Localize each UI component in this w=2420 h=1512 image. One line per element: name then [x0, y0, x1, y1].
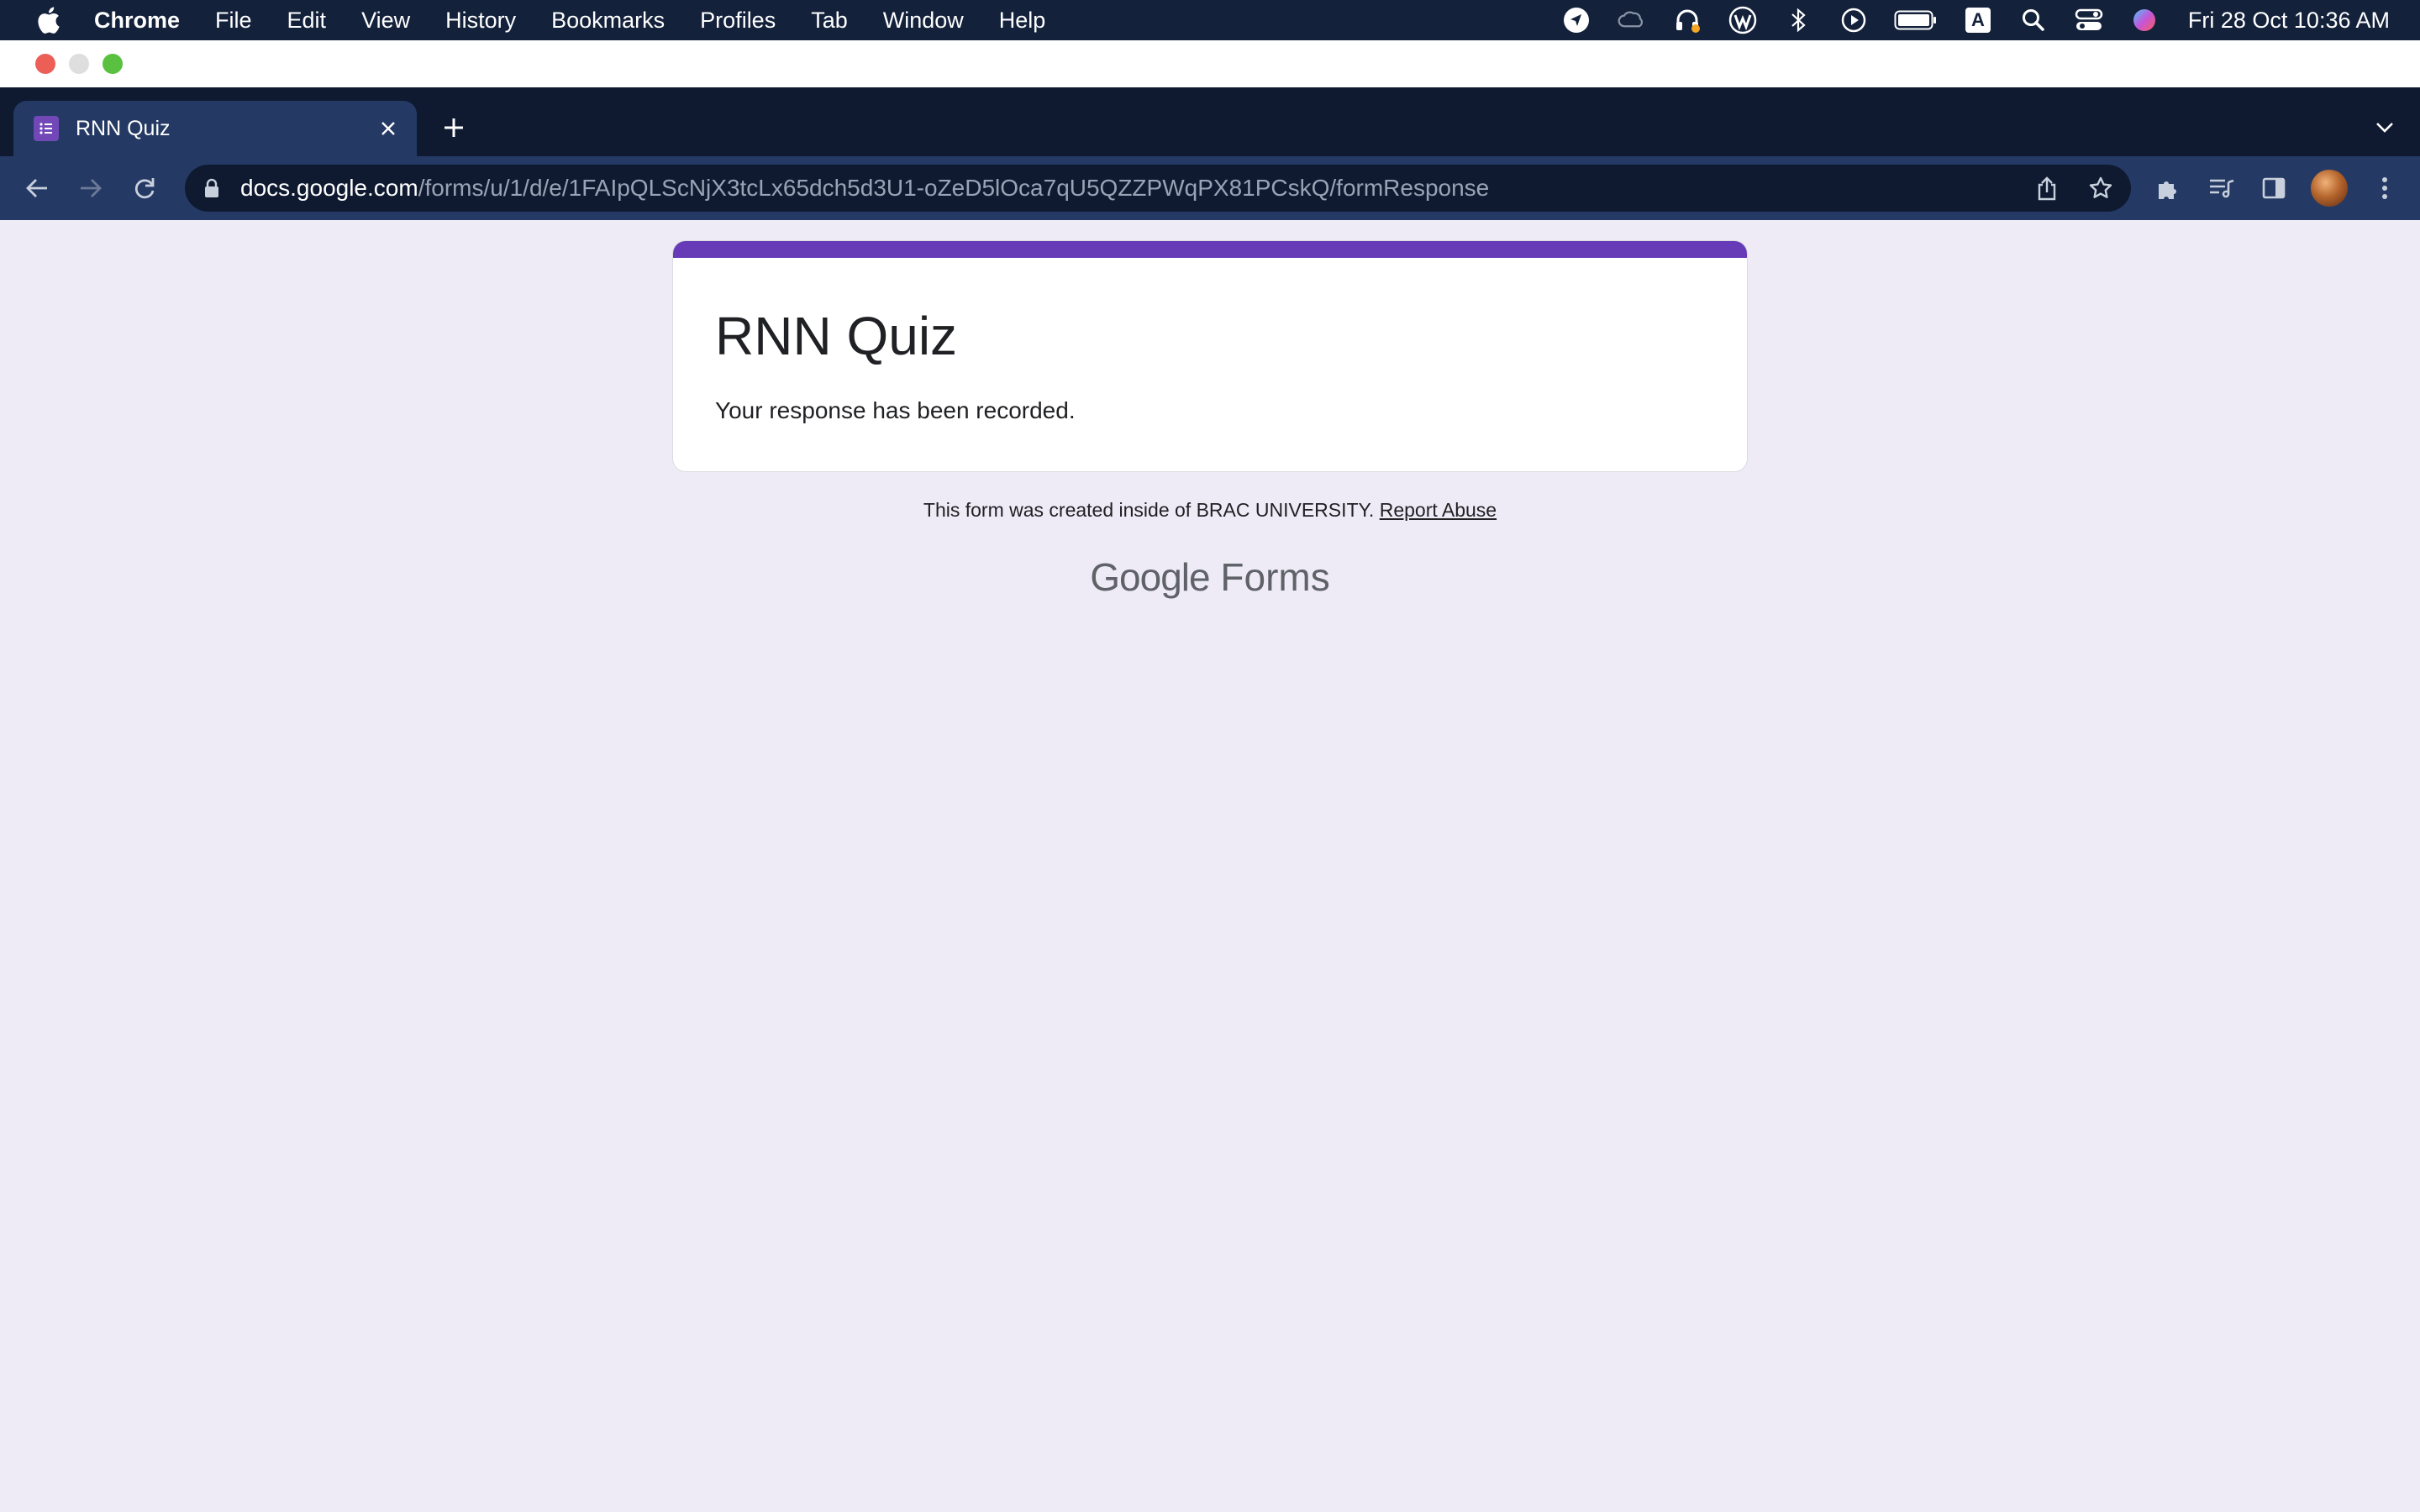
spotlight-search-icon[interactable] [2018, 5, 2049, 35]
close-window-button[interactable] [35, 54, 55, 74]
menu-edit[interactable]: Edit [287, 8, 327, 34]
menu-file[interactable]: File [215, 8, 252, 34]
confirmation-message: Your response has been recorded. [715, 397, 1076, 423]
profile-avatar[interactable] [2311, 170, 2348, 207]
minimize-window-button[interactable] [69, 54, 89, 74]
close-tab-icon[interactable] [375, 115, 402, 142]
extensions-puzzle-icon[interactable] [2151, 171, 2185, 205]
reload-icon[interactable] [128, 171, 161, 205]
creative-cloud-icon[interactable] [1617, 5, 1647, 35]
window-title-strip [0, 40, 2420, 87]
form-title: RNN Quiz [715, 306, 958, 366]
menu-history[interactable]: History [445, 8, 516, 34]
menu-tab[interactable]: Tab [811, 8, 848, 34]
apple-icon[interactable] [35, 6, 60, 34]
forward-arrow-icon[interactable] [74, 171, 108, 205]
side-panel-icon[interactable] [2257, 171, 2291, 205]
bluetooth-icon[interactable] [1783, 5, 1813, 35]
share-icon[interactable] [2032, 173, 2062, 203]
browser-toolbar: docs.google.com/forms/u/1/d/e/1FAIpQLScN… [0, 156, 2420, 220]
menu-bar-clock[interactable]: Fri 28 Oct 10:36 AM [2188, 8, 2390, 34]
form-footer: This form was created inside of BRAC UNI… [672, 499, 1748, 522]
input-source-icon[interactable]: A [1963, 5, 1993, 35]
address-bar[interactable]: docs.google.com/forms/u/1/d/e/1FAIpQLScN… [185, 165, 2131, 212]
menu-bookmarks[interactable]: Bookmarks [551, 8, 665, 34]
tab-rnn-quiz[interactable]: RNN Quiz [13, 101, 417, 156]
form-accent-bar [673, 241, 1747, 258]
macos-menu-bar: Chrome File Edit View History Bookmarks … [0, 0, 2420, 40]
forms-icon [34, 116, 59, 141]
form-confirmation-card: RNN Quiz Your response has been recorded… [672, 240, 1748, 472]
menu-app-name[interactable]: Chrome [94, 8, 180, 34]
tab-search-dropdown-icon[interactable] [2371, 114, 2398, 141]
status-area: A Fri 28 Oct 10:36 AM [1536, 0, 2390, 40]
media-queue-icon[interactable] [2205, 171, 2238, 205]
google-forms-logo[interactable]: Google Forms [672, 554, 1748, 600]
footer-text: This form was created inside of BRAC UNI… [923, 499, 1375, 521]
bookmark-star-icon[interactable] [2086, 173, 2116, 203]
menu-help[interactable]: Help [999, 8, 1046, 34]
control-center-icon[interactable] [2074, 5, 2104, 35]
url-host: docs.google.com [240, 175, 418, 201]
wordpress-icon[interactable] [1728, 5, 1758, 35]
battery-icon[interactable] [1894, 5, 1938, 35]
input-source-letter: A [1965, 8, 1991, 33]
new-tab-button[interactable] [439, 113, 469, 143]
tab-title: RNN Quiz [76, 116, 171, 140]
play-icon[interactable] [1839, 5, 1869, 35]
more-menu-icon[interactable] [2368, 171, 2402, 205]
menu-profiles[interactable]: Profiles [700, 8, 776, 34]
tab-strip: RNN Quiz [0, 87, 2420, 156]
back-arrow-icon[interactable] [20, 171, 54, 205]
zoom-window-button[interactable] [103, 54, 123, 74]
forms-wordmark: Forms [1220, 555, 1330, 599]
lock-icon[interactable] [202, 176, 222, 200]
headphones-icon[interactable] [1672, 5, 1702, 35]
google-wordmark: Google [1090, 555, 1210, 599]
menu-view[interactable]: View [361, 8, 410, 34]
report-abuse-link[interactable]: Report Abuse [1380, 499, 1497, 521]
siri-icon[interactable] [2129, 5, 2160, 35]
menu-window[interactable]: Window [883, 8, 964, 34]
location-arrow-icon[interactable] [1561, 5, 1591, 35]
url-path: /forms/u/1/d/e/1FAIpQLScNjX3tcLx65dch5d3… [418, 175, 1490, 201]
